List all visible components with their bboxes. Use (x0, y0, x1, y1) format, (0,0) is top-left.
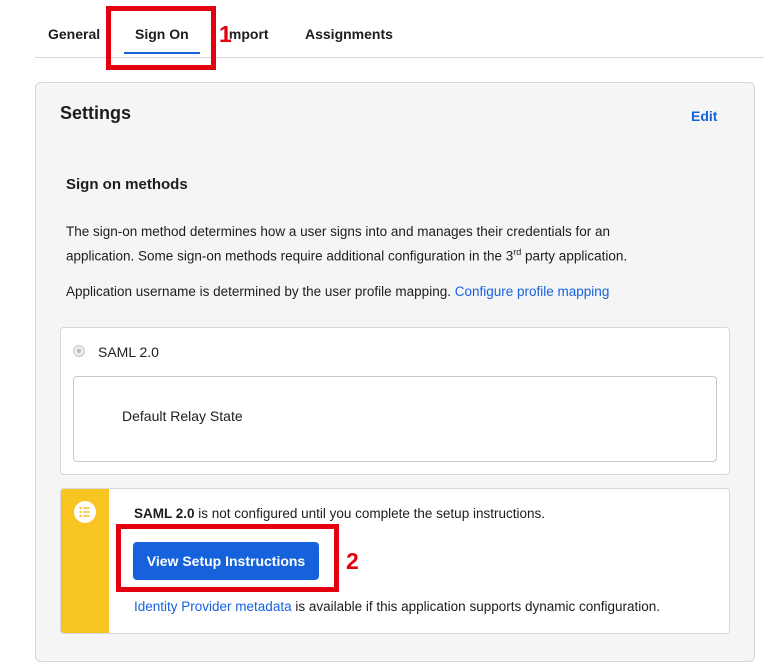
tab-general[interactable]: General (48, 26, 100, 42)
description-line-2-text: application. Some sign-on methods requir… (66, 248, 514, 264)
settings-title: Settings (60, 103, 132, 123)
annotation-number-1: 1 (219, 21, 232, 47)
tab-assignments[interactable]: Assignments (305, 26, 393, 42)
sign-on-methods-title: Sign on methods (66, 176, 188, 193)
annotation-number-2: 2 (346, 548, 359, 574)
callout-message: SAML 2.0 is not configured until you com… (134, 506, 545, 521)
username-line: Application username is determined by th… (66, 284, 609, 299)
callout-accent-stripe (61, 489, 109, 633)
description-line-2: application. Some sign-on methods requir… (66, 247, 627, 264)
configure-profile-mapping-link[interactable]: Configure profile mapping (455, 284, 610, 299)
description-line-1: The sign-on method determines how a user… (66, 224, 611, 239)
relay-state-label: Default Relay State (122, 408, 243, 424)
radio-dot (77, 349, 81, 353)
description-line-2-end: party application. (521, 248, 628, 264)
username-text: Application username is determined by th… (66, 284, 451, 299)
identity-provider-metadata-link[interactable]: Identity Provider metadata (134, 599, 292, 614)
metadata-line: Identity Provider metadata is available … (134, 599, 660, 614)
callout-text: is not configured until you complete the… (194, 506, 545, 521)
annotation-box-2 (116, 524, 339, 592)
saml-radio-label: SAML 2.0 (98, 344, 159, 360)
callout-bold-text: SAML 2.0 (134, 506, 195, 521)
edit-link[interactable]: Edit (691, 108, 717, 124)
saml-radio[interactable] (73, 345, 85, 357)
list-icon (74, 501, 96, 523)
annotation-box-1 (106, 6, 216, 70)
metadata-text: is available if this application support… (291, 599, 661, 614)
